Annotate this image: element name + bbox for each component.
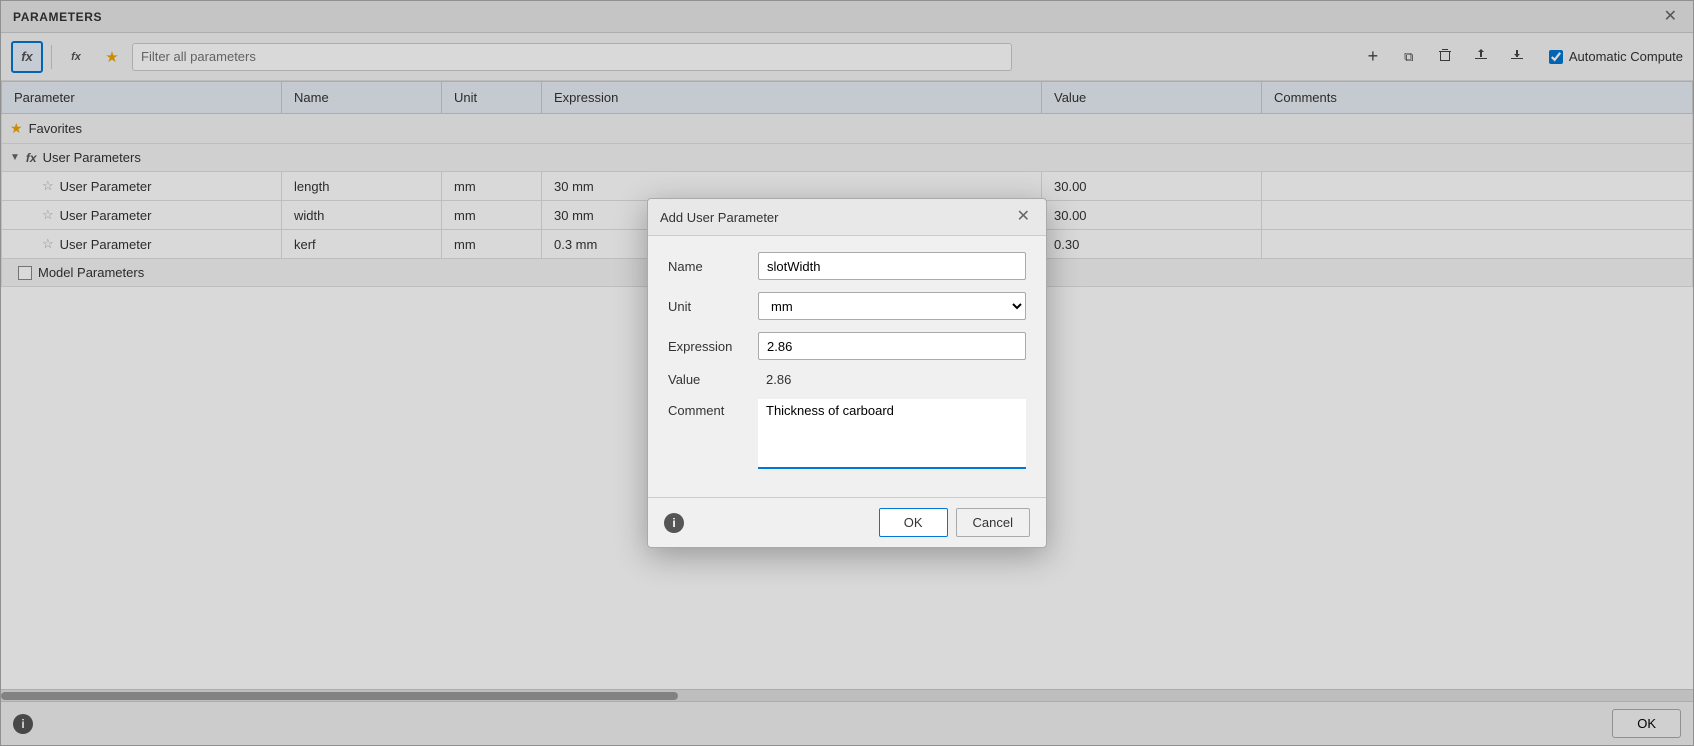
modal-cancel-button[interactable]: Cancel [956, 508, 1030, 537]
unit-select[interactable]: mm cm m in ft [758, 292, 1026, 320]
modal-ok-button[interactable]: OK [879, 508, 948, 537]
value-display: 2.86 [758, 372, 1026, 387]
modal-title: Add User Parameter [660, 210, 779, 225]
comment-field-row: Comment [668, 399, 1026, 469]
add-user-parameter-modal: Add User Parameter ✕ Name Unit mm cm m i… [647, 198, 1047, 548]
name-input[interactable] [758, 252, 1026, 280]
unit-label: Unit [668, 299, 758, 314]
modal-title-bar: Add User Parameter ✕ [648, 199, 1046, 236]
modal-info-icon: i [672, 516, 675, 530]
name-field-row: Name [668, 252, 1026, 280]
modal-buttons: OK Cancel [879, 508, 1030, 537]
modal-footer: i OK Cancel [648, 497, 1046, 547]
expression-field-row: Expression [668, 332, 1026, 360]
modal-overlay: Add User Parameter ✕ Name Unit mm cm m i… [0, 0, 1694, 746]
name-label: Name [668, 259, 758, 274]
comment-label: Comment [668, 399, 758, 418]
value-label: Value [668, 372, 758, 387]
value-field-row: Value 2.86 [668, 372, 1026, 387]
unit-field-row: Unit mm cm m in ft [668, 292, 1026, 320]
modal-close-button[interactable]: ✕ [1013, 207, 1034, 227]
comment-input[interactable] [758, 399, 1026, 469]
modal-body: Name Unit mm cm m in ft Expression [648, 236, 1046, 497]
expression-label: Expression [668, 339, 758, 354]
expression-input[interactable] [758, 332, 1026, 360]
modal-info-button[interactable]: i [664, 513, 684, 533]
